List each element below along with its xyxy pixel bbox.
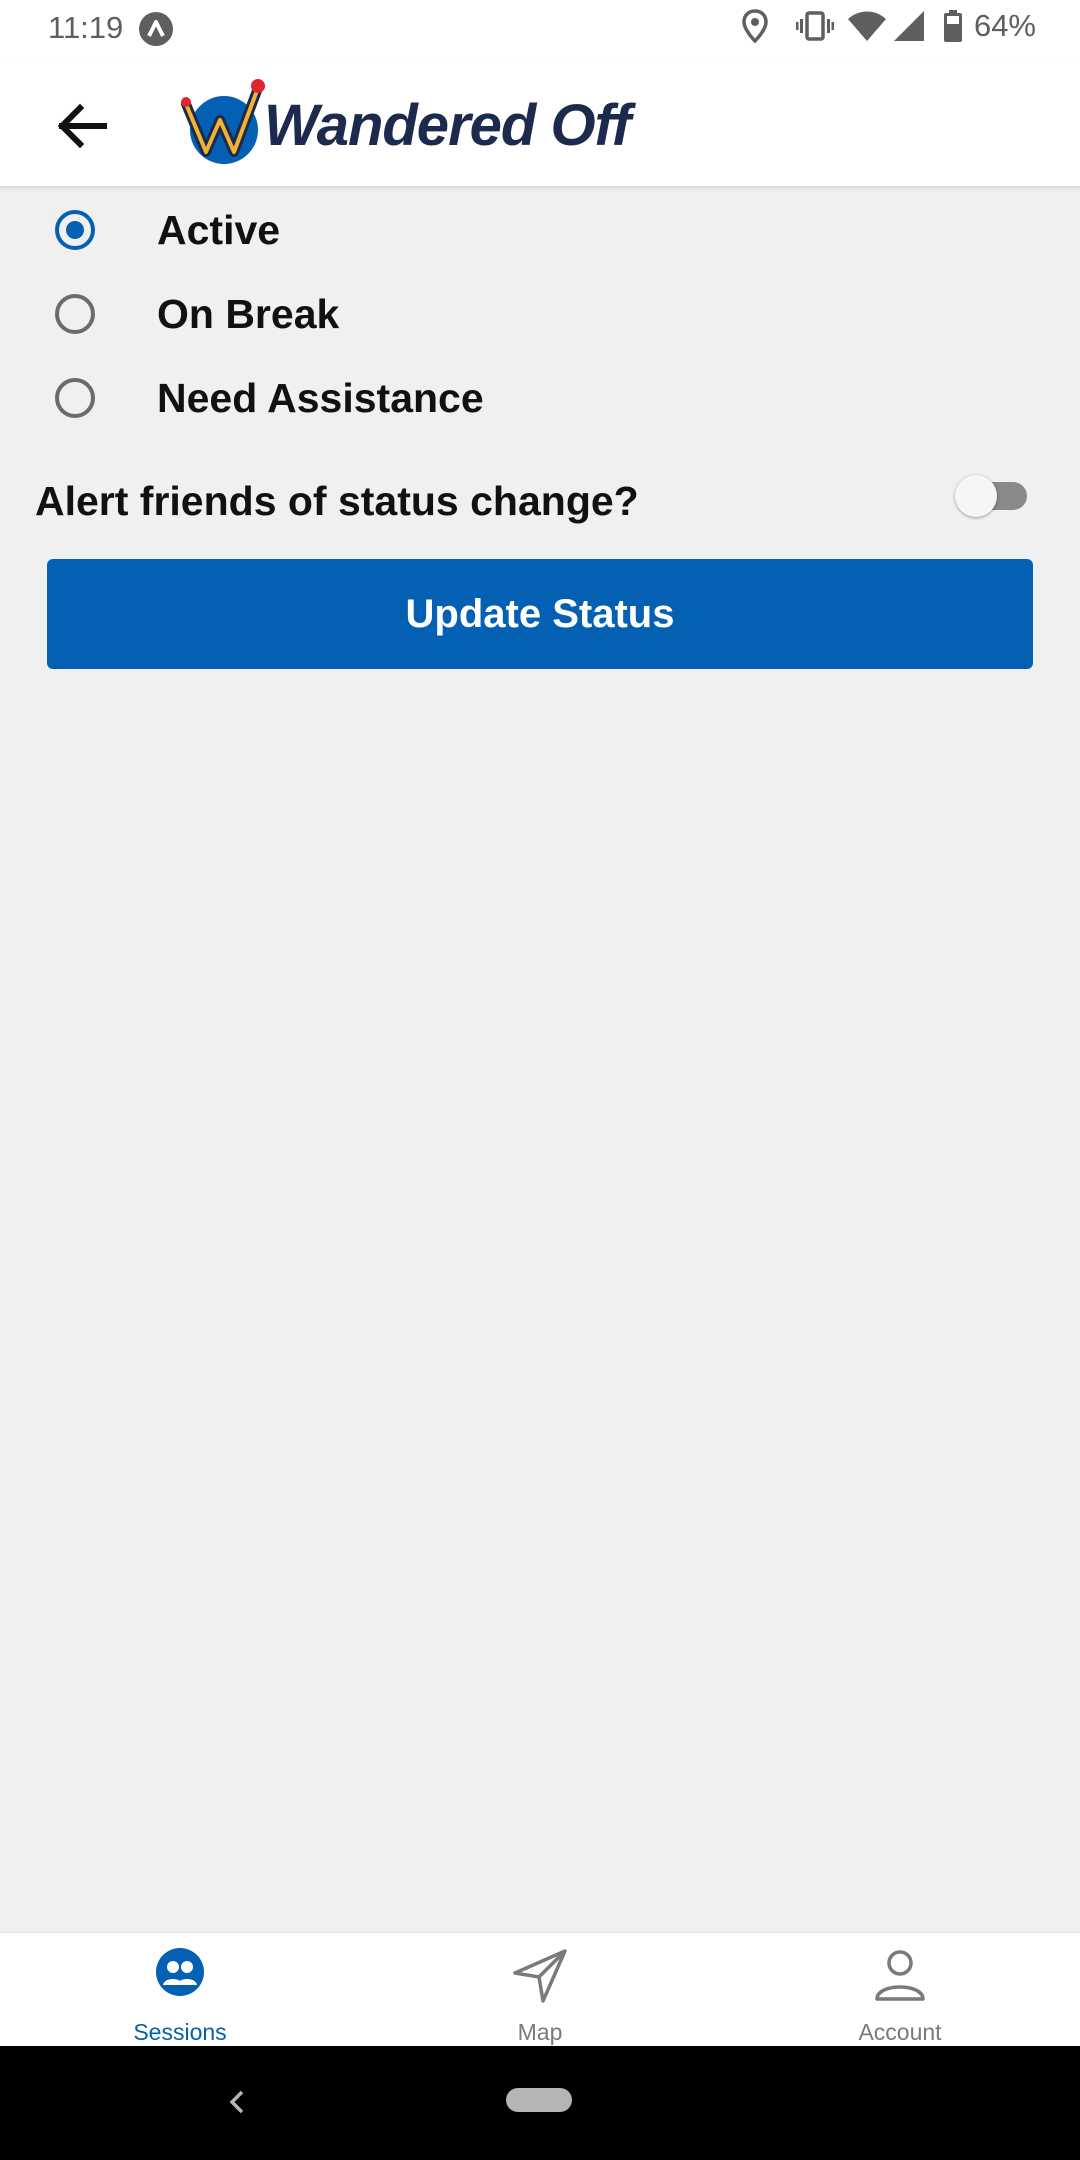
battery-icon [943,10,962,42]
tab-sessions[interactable]: Sessions [0,1933,360,2047]
vibrate-icon [795,11,834,41]
tab-account[interactable]: Account [720,1933,1080,2047]
alert-friends-toggle[interactable] [955,470,1031,517]
app-bar: Wandered Off [0,58,1080,188]
alert-friends-label: Alert friends of status change? [35,478,639,524]
wandered-off-logo-icon [181,79,265,164]
battery-percent: 64% [973,8,1036,43]
signal-icon [893,11,924,41]
app-logo: Wandered Off [180,66,631,178]
app-notification-icon [139,12,173,46]
toggle-thumb [955,475,997,517]
status-option-label: Need Assistance [157,374,484,421]
status-time: 11:19 [48,10,124,45]
system-nav-bar [0,2046,1080,2160]
status-option-label: Active [157,206,281,253]
update-status-button[interactable]: Update Status [47,559,1033,669]
tab-map[interactable]: Map [360,1933,720,2047]
people-icon [156,1948,204,1996]
status-bar: 11:19 64% [0,0,1080,58]
nav-home-pill[interactable] [506,2088,572,2112]
arrow-back-icon[interactable] [44,88,120,164]
radio-button[interactable] [55,378,95,418]
navigation-arrow-icon [513,1949,567,2003]
tab-label: Sessions [133,2019,227,2045]
status-option-label: On Break [157,290,340,337]
tab-label: Account [858,2019,942,2045]
status-option-need-assistance[interactable]: Need Assistance [0,356,1080,440]
status-option-on-break[interactable]: On Break [0,272,1080,356]
status-icons: 64% [742,8,1036,44]
wifi-icon [847,11,886,41]
status-option-active[interactable]: Active [0,188,1080,272]
location-icon [742,9,768,43]
tab-label: Map [517,2019,563,2045]
bottom-tab-bar: Sessions Map Account [0,1932,1080,2047]
nav-back-icon[interactable] [222,2084,252,2120]
radio-button-checked[interactable] [55,210,95,250]
person-icon [875,1950,925,2001]
logo-text: Wandered Off [264,92,631,158]
radio-button[interactable] [55,294,95,334]
